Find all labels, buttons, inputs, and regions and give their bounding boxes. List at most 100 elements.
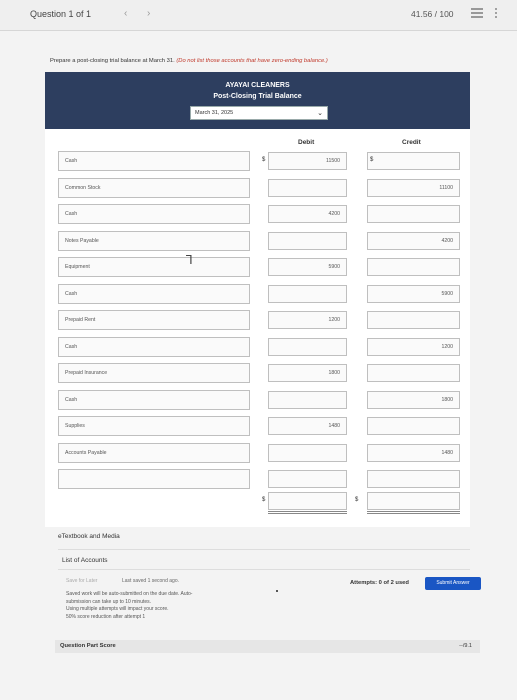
dot — [276, 590, 278, 592]
question-label: Question 1 of 1 — [30, 9, 92, 19]
account-name-field[interactable]: Cash — [58, 151, 250, 171]
credit-amount-value: 5900 — [441, 291, 453, 297]
save-for-later-button[interactable]: Save for Later — [66, 578, 97, 584]
date-select[interactable]: March 31, 2025 ⌄ — [190, 106, 328, 120]
debit-total-field[interactable] — [268, 492, 347, 510]
etextbook-link[interactable]: eTextbook and Media — [58, 533, 120, 540]
debit-amount-field[interactable] — [268, 391, 347, 409]
autosave-line: submission can take up to 10 minutes. — [66, 598, 152, 605]
account-name-field[interactable]: Common Stock — [58, 178, 250, 198]
attempts-counter: Attempts: 0 of 2 used — [350, 580, 409, 586]
instructions: Prepare a post-closing trial balance at … — [50, 58, 328, 64]
next-question-icon[interactable]: › — [147, 8, 150, 19]
credit-amount-value: 1800 — [441, 397, 453, 403]
debit-amount-field[interactable]: 1800 — [268, 364, 347, 382]
credit-amount-field[interactable] — [367, 364, 460, 382]
debit-amount-field[interactable] — [268, 179, 347, 197]
credit-amount-field[interactable]: 11100 — [367, 179, 460, 197]
submit-answer-button[interactable]: Submit Answer — [425, 577, 481, 590]
account-name-value: Cash — [65, 291, 78, 297]
instruction-text: Prepare a post-closing trial balance at … — [50, 58, 175, 64]
account-name-value: Cash — [65, 158, 78, 164]
statement-title: Post-Closing Trial Balance — [213, 93, 302, 100]
credit-amount-field[interactable]: 5900 — [367, 285, 460, 303]
list-of-accounts-link[interactable]: List of Accounts — [62, 557, 108, 564]
credit-amount-field[interactable] — [367, 311, 460, 329]
text-cursor-icon: ⅂ — [186, 253, 193, 267]
debit-amount-field[interactable] — [268, 444, 347, 462]
credit-total-double-underline — [367, 513, 460, 514]
debit-amount-field[interactable] — [268, 338, 347, 356]
autosave-notice: Saved work will be auto-submitted on the… — [66, 591, 281, 621]
account-name-field[interactable]: Supplies — [58, 416, 250, 436]
credit-amount-value: 1480 — [441, 450, 453, 456]
credit-amount-field[interactable] — [367, 417, 460, 435]
credit-amount-field[interactable]: 1800 — [367, 391, 460, 409]
account-name-field[interactable]: Cash — [58, 337, 250, 357]
debit-total-double-underline — [268, 513, 347, 514]
credit-column-header: Credit — [402, 139, 421, 146]
account-name-value: Cash — [65, 211, 78, 217]
debit-amount-field[interactable] — [268, 470, 347, 488]
attempts-warning: Using multiple attempts will impact your… — [66, 606, 169, 612]
debit-amount-value: 5900 — [328, 264, 340, 270]
debit-amount-value: 11500 — [325, 158, 340, 164]
account-name-field[interactable]: Cash — [58, 204, 250, 224]
date-value: March 31, 2025 — [195, 110, 234, 116]
account-name-field[interactable] — [58, 469, 250, 489]
account-name-field[interactable]: Equipment — [58, 257, 250, 277]
score-display: 41.56 / 100 — [411, 9, 454, 19]
credit-amount-field[interactable]: 1480 — [367, 444, 460, 462]
credit-amount-field[interactable] — [367, 205, 460, 223]
credit-amount-field[interactable]: 4200 — [367, 232, 460, 250]
credit-total-field[interactable] — [367, 492, 460, 510]
debit-amount-field[interactable]: 11500 — [268, 152, 347, 170]
credit-total-underline — [367, 511, 460, 512]
question-part-score-value: --/9.1 — [459, 643, 472, 649]
debit-total-underline — [268, 511, 347, 512]
account-name-value: Equipment — [65, 264, 90, 270]
question-part-score-bar: Question Part Score --/9.1 — [55, 640, 480, 653]
instruction-note: (Do not list those accounts that have ze… — [176, 58, 328, 64]
account-name-value: Prepaid Rent — [65, 317, 96, 323]
credit-amount-value: 11100 — [439, 185, 453, 191]
account-name-value: Notes Payable — [65, 238, 99, 244]
debit-dollar-sign: $ — [262, 157, 266, 163]
account-name-field[interactable]: Prepaid Rent — [58, 310, 250, 330]
account-name-value: Cash — [65, 344, 78, 350]
account-name-field[interactable]: Cash — [58, 390, 250, 410]
account-name-field[interactable]: Accounts Payable — [58, 443, 250, 463]
debit-amount-field[interactable]: 5900 — [268, 258, 347, 276]
debit-amount-field[interactable]: 1480 — [268, 417, 347, 435]
divider — [58, 549, 470, 550]
list-icon[interactable] — [471, 8, 483, 18]
debit-amount-field[interactable]: 1200 — [268, 311, 347, 329]
credit-total-dollar-sign: $ — [355, 497, 359, 503]
account-name-value: Accounts Payable — [65, 450, 107, 456]
account-name-value: Common Stock — [65, 185, 101, 191]
debit-amount-value: 1200 — [328, 317, 340, 323]
account-name-field[interactable]: Prepaid Insurance — [58, 363, 250, 383]
account-name-field[interactable]: Notes Payable — [58, 231, 250, 251]
top-bar: Question 1 of 1 ‹ › 41.56 / 100 — [0, 0, 517, 31]
credit-amount-field[interactable] — [367, 152, 460, 170]
trial-balance-header: AYAYAI CLEANERS Post-Closing Trial Balan… — [45, 72, 470, 129]
credit-amount-field[interactable] — [367, 470, 460, 488]
debit-column-header: Debit — [298, 139, 315, 146]
debit-amount-value: 1800 — [328, 370, 340, 376]
score-reduction-note: 50% score reduction after attempt 1 — [66, 613, 146, 620]
chevron-down-icon: ⌄ — [317, 110, 323, 117]
debit-amount-field[interactable]: 4200 — [268, 205, 347, 223]
credit-amount-value: 1200 — [441, 344, 453, 350]
credit-amount-field[interactable]: 1200 — [367, 338, 460, 356]
more-options-icon[interactable] — [495, 8, 498, 20]
debit-amount-field[interactable] — [268, 285, 347, 303]
previous-question-icon[interactable]: ‹ — [124, 8, 127, 19]
credit-amount-field[interactable] — [367, 258, 460, 276]
debit-amount-field[interactable] — [268, 232, 347, 250]
debit-amount-value: 4200 — [328, 211, 340, 217]
question-part-score-label: Question Part Score — [60, 643, 116, 649]
account-name-field[interactable]: Cash — [58, 284, 250, 304]
credit-dollar-sign: $ — [370, 157, 374, 163]
debit-amount-value: 1480 — [328, 423, 340, 429]
